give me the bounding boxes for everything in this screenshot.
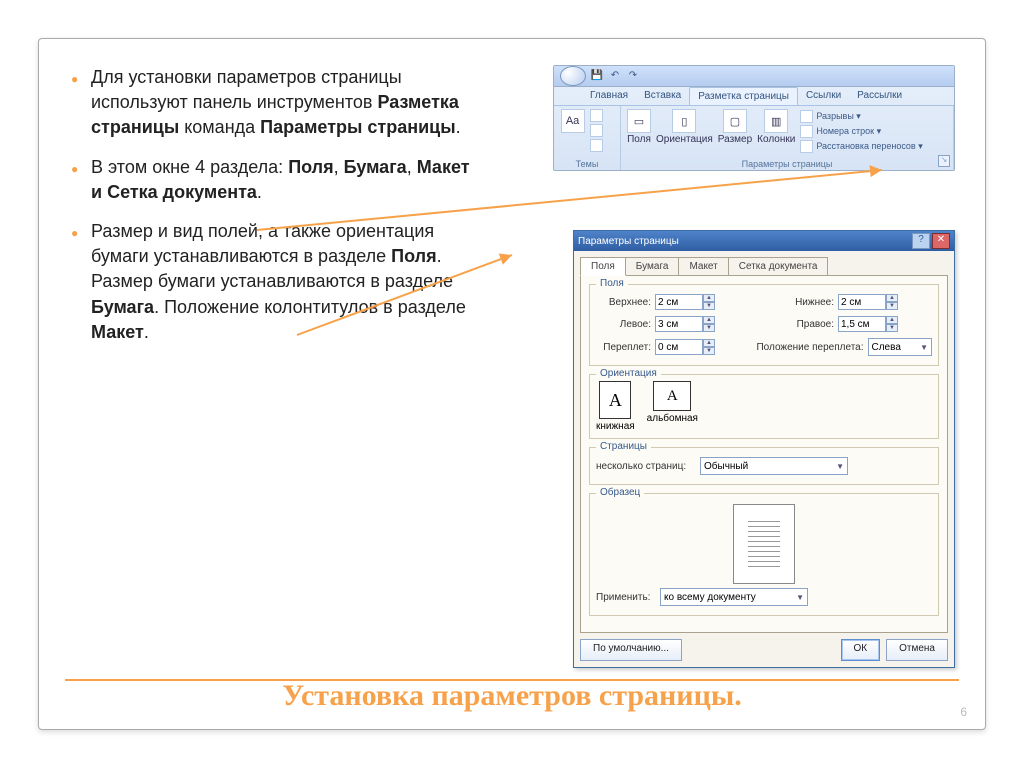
default-button[interactable]: По умолчанию... [580,639,682,661]
ribbon: 💾 ↶ ↷ Главная Вставка Разметка страницы … [553,65,955,171]
label-apply: Применить: [596,592,656,603]
page-number: 6 [960,705,967,719]
lines-icon [800,125,813,138]
group-label: Страницы [596,441,651,452]
text-column: Для установки параметров страницы исполь… [69,65,479,359]
chevron-down-icon: ▼ [836,462,844,471]
margins-icon: ▭ [627,109,651,133]
up-icon[interactable]: ▲ [886,316,898,324]
down-icon[interactable]: ▼ [703,324,715,332]
margins-button[interactable]: ▭Поля [627,109,651,145]
themes-icon: Aa [561,109,585,133]
multipages-select[interactable]: Обычный▼ [700,457,848,475]
ribbon-tab[interactable]: Рассылки [849,87,910,105]
up-icon[interactable]: ▲ [703,316,715,324]
theme-fonts-icon[interactable] [590,124,603,137]
page-setup-dialog: Параметры страницы ? ✕ Поля Бумага Макет… [573,230,955,668]
landscape-option[interactable]: Aальбомная [647,381,698,432]
orientation-group: Ориентация Aкнижная Aальбомная [589,374,939,439]
left-margin-input[interactable]: ▲▼ [655,316,715,332]
help-button[interactable]: ? [912,233,930,249]
preview-group: Образец Применить:ко всему документу▼ [589,493,939,616]
group-label: Образец [596,487,644,498]
dialog-title: Параметры страницы [578,236,679,247]
orientation-button[interactable]: ▯Ориентация [656,109,713,145]
gutter-input[interactable]: ▲▼ [655,339,715,355]
ribbon-tab[interactable]: Главная [582,87,636,105]
down-icon[interactable]: ▼ [886,324,898,332]
label-top: Верхнее: [596,297,651,308]
label-gutter: Переплет: [596,342,651,353]
chevron-down-icon: ▼ [796,593,804,602]
slide-title: Установка параметров страницы. [39,673,985,723]
group-label: Ориентация [596,368,661,379]
office-button[interactable] [560,66,586,86]
down-icon[interactable]: ▼ [886,302,898,310]
breaks-icon [800,110,813,123]
bullet-1: Для установки параметров страницы исполь… [69,65,479,141]
size-icon: ▢ [723,109,747,133]
dialog-tab-grid[interactable]: Сетка документа [728,257,829,276]
cancel-button[interactable]: Отмена [886,639,948,661]
gutter-position-select[interactable]: Слева▼ [868,338,933,356]
bottom-margin-input[interactable]: ▲▼ [838,294,898,310]
label-multipages: несколько страниц: [596,461,696,472]
bullet-3: Размер и вид полей, а также ориентация б… [69,219,479,345]
up-icon[interactable]: ▲ [886,294,898,302]
ribbon-tab[interactable]: Ссылки [798,87,849,105]
orientation-label: книжная [596,421,635,432]
apply-to-select[interactable]: ко всему документу▼ [660,588,808,606]
ok-button[interactable]: ОК [841,639,881,661]
up-icon[interactable]: ▲ [703,294,715,302]
dialog-titlebar: Параметры страницы ? ✕ [574,231,954,251]
hyphen-icon [800,140,813,153]
close-button[interactable]: ✕ [932,233,950,249]
chevron-down-icon: ▼ [920,343,928,352]
pages-group: Страницы несколько страниц:Обычный▼ [589,447,939,485]
ribbon-tabs: Главная Вставка Разметка страницы Ссылки… [554,87,954,106]
dialog-launcher-icon[interactable]: ↘ [938,155,950,167]
group-label: Поля [596,278,628,289]
hyphenation-button[interactable]: Расстановка переносов ▾ [800,139,922,154]
dialog-tab-layout[interactable]: Макет [678,257,728,276]
portrait-option[interactable]: Aкнижная [596,381,635,432]
top-margin-input[interactable]: ▲▼ [655,294,715,310]
fields-group: Поля Верхнее:▲▼ Нижнее:▲▼ Левое:▲▼ Право… [589,284,939,366]
label-gutterpos: Положение переплета: [754,342,864,353]
qat-redo-icon[interactable]: ↷ [626,69,640,83]
ribbon-group-label: Параметры страницы [627,158,947,170]
dialog-tab-fields[interactable]: Поля [580,257,626,276]
ribbon-group-label: Темы [560,158,614,170]
preview-page [733,504,795,584]
ribbon-tab-active[interactable]: Разметка страницы [689,87,798,105]
label-right: Правое: [779,319,834,330]
themes-button[interactable]: Aa Темы [560,109,585,145]
bullet-2: В этом окне 4 раздела: Поля, Бумага, Мак… [69,155,479,205]
line-numbers-button[interactable]: Номера строк ▾ [800,124,922,139]
label-bottom: Нижнее: [779,297,834,308]
theme-effects-icon[interactable] [590,139,603,152]
theme-colors-icon[interactable] [590,109,603,122]
dialog-tab-paper[interactable]: Бумага [625,257,680,276]
label-left: Левое: [596,319,651,330]
down-icon[interactable]: ▼ [703,302,715,310]
ribbon-tab[interactable]: Вставка [636,87,689,105]
breaks-button[interactable]: Разрывы ▾ [800,109,922,124]
qat-undo-icon[interactable]: ↶ [608,69,622,83]
columns-icon: ▥ [764,109,788,133]
right-margin-input[interactable]: ▲▼ [838,316,898,332]
slide: Для установки параметров страницы исполь… [38,38,986,730]
orientation-label: альбомная [647,413,698,424]
down-icon[interactable]: ▼ [703,347,715,355]
up-icon[interactable]: ▲ [703,339,715,347]
orientation-icon: ▯ [672,109,696,133]
columns-button[interactable]: ▥Колонки [757,109,795,145]
size-button[interactable]: ▢Размер [718,109,752,145]
qat-save-icon[interactable]: 💾 [590,69,604,83]
